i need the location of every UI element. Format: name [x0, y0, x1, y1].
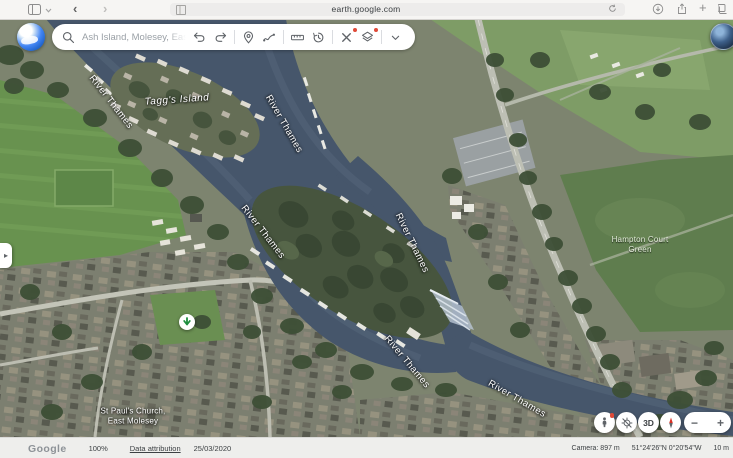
zoom-in-button[interactable]: + [717, 417, 724, 429]
elevation: 10 m [713, 445, 729, 452]
toolbar-divider [283, 30, 284, 44]
new-feature-badge [353, 28, 358, 33]
pegman-icon [598, 416, 611, 429]
zoom-out-button[interactable]: − [691, 417, 698, 429]
toolbar-divider [381, 30, 382, 44]
data-attribution-link[interactable]: Data attribution [130, 444, 181, 453]
toolbar-divider [332, 30, 333, 44]
browser-chrome: ‹ › earth.google.com + [0, 0, 733, 20]
url-text[interactable]: earth.google.com [332, 4, 401, 14]
camera-readouts: Camera: 897 m 51°24'26"N 0°20'54"W 10 m [572, 438, 729, 458]
safari-window: River Thames Tagg's Island River Thames … [0, 0, 733, 458]
panel-expand-arrow-icon: ▸ [4, 251, 8, 260]
google-earth-logo[interactable] [17, 23, 45, 51]
zoom-level-value: 100% [89, 444, 108, 453]
downloads-icon[interactable] [652, 3, 664, 15]
compass[interactable] [660, 412, 681, 433]
globe-overview[interactable] [710, 23, 733, 50]
new-tab-button[interactable]: + [699, 1, 707, 14]
location-disabled-icon [620, 416, 634, 430]
new-feature-badge [374, 28, 379, 33]
google-watermark: Google [28, 443, 67, 455]
historical-imagery-icon[interactable] [311, 30, 326, 45]
green-arrow-down-icon [182, 317, 192, 327]
search-input[interactable]: Ash Island, Molesey, East Molese [82, 32, 186, 43]
compass-needle-icon [664, 416, 678, 430]
sidebar-chevron-icon[interactable] [45, 8, 52, 13]
back-button[interactable]: ‹ [73, 2, 77, 15]
earth-toolbar: Ash Island, Molesey, East Molese [52, 24, 415, 50]
share-icon[interactable] [676, 3, 688, 15]
x-tool-icon[interactable] [339, 30, 354, 45]
my-location-button[interactable] [616, 412, 637, 433]
sidebar-toggle-icon[interactable] [28, 4, 41, 15]
search-icon[interactable] [61, 30, 76, 45]
draw-path-icon[interactable] [262, 30, 277, 45]
refresh-icon[interactable] [608, 4, 617, 13]
pegman-button[interactable] [594, 412, 615, 433]
imagery-date: 25/03/2020 [194, 444, 232, 453]
camera-altitude: Camera: 897 m [572, 445, 620, 452]
redo-icon[interactable] [213, 30, 228, 45]
forward-button[interactable]: › [103, 2, 107, 15]
coordinates: 51°24'26"N 0°20'54"W [632, 445, 702, 452]
zoom-control: − + [684, 412, 731, 433]
undo-icon[interactable] [192, 30, 207, 45]
location-arrow-marker[interactable] [179, 314, 195, 330]
chevron-down-icon[interactable] [388, 30, 403, 45]
status-bar: Google 100% Data attribution 25/03/2020 … [0, 437, 733, 458]
reader-view-icon[interactable] [176, 5, 186, 15]
tab-overview-icon[interactable] [718, 3, 730, 15]
measure-ruler-icon[interactable] [290, 30, 305, 45]
satellite-terrain[interactable] [0, 0, 733, 458]
new-feature-badge [610, 413, 615, 418]
toggle-3d-button[interactable]: 3D [638, 412, 659, 433]
panel-expand-tab[interactable]: ▸ [0, 243, 12, 268]
layers-icon[interactable] [360, 30, 375, 45]
toolbar-divider [234, 30, 235, 44]
placemark-pin-icon[interactable] [241, 30, 256, 45]
